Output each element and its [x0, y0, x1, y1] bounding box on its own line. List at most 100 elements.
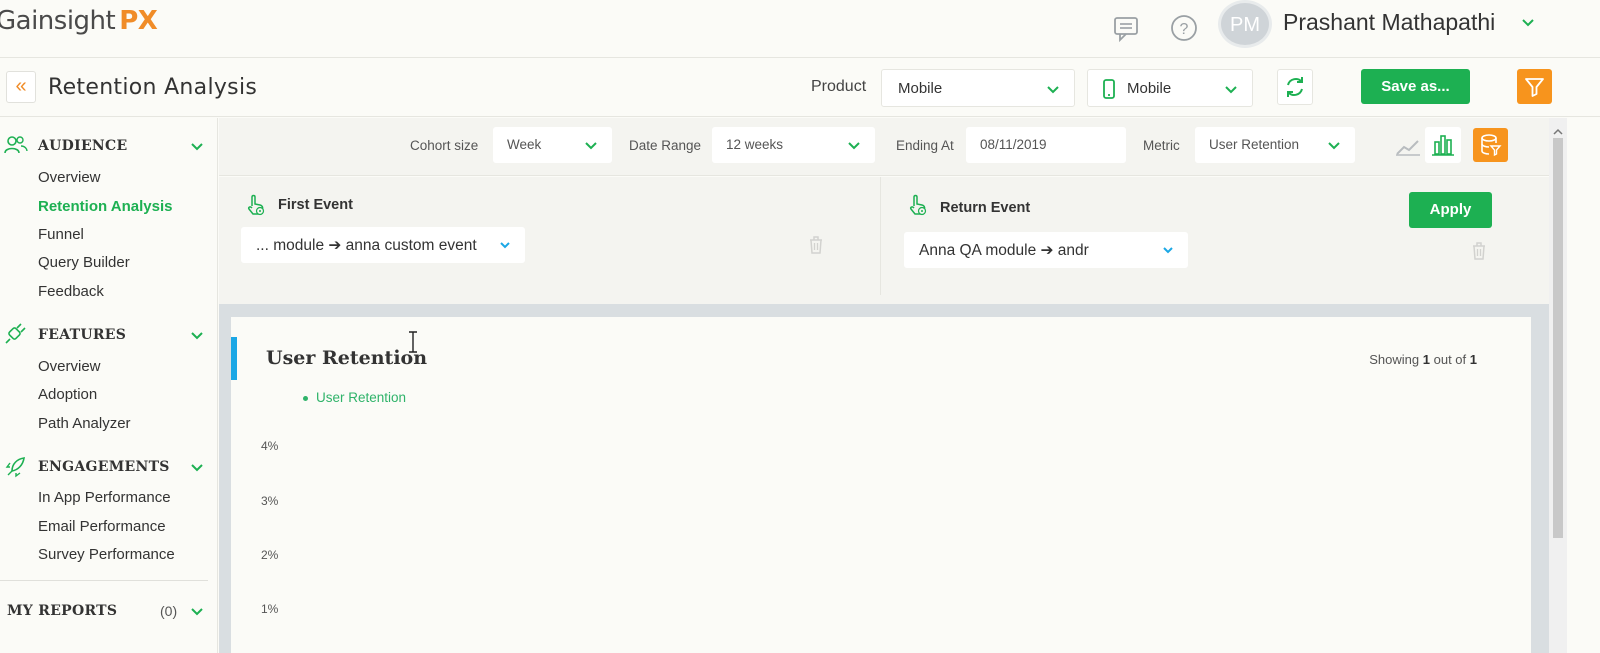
chevron-down-icon: [190, 605, 204, 624]
sidebar-item-email-performance[interactable]: Email Performance: [38, 518, 166, 535]
chevron-down-icon: [1224, 82, 1238, 100]
sidebar-section-features[interactable]: FEATURES: [0, 323, 218, 351]
chart-legend-item[interactable]: User Retention: [303, 390, 406, 405]
line-chart-icon: [1396, 140, 1420, 156]
sidebar-item-survey-performance[interactable]: Survey Performance: [38, 546, 175, 563]
sidebar-section-label: ENGAGEMENTS: [38, 459, 170, 475]
save-as-button[interactable]: Save as...: [1361, 69, 1470, 104]
ending-at-field[interactable]: 08/11/2019: [966, 127, 1126, 163]
chart-card: User Retention Showing 1 out of 1 User R…: [231, 317, 1531, 653]
vertical-scrollbar[interactable]: [1549, 118, 1567, 653]
tap-gesture-icon: [245, 193, 267, 222]
y-axis-tick: 3%: [261, 494, 279, 508]
platform-select-value: Mobile: [1127, 80, 1172, 97]
text-cursor-icon: [407, 331, 419, 358]
cohort-size-select[interactable]: Week: [493, 127, 612, 163]
chart-title: User Retention: [266, 347, 428, 369]
gainsight-logo[interactable]: Gainsight PX: [0, 6, 158, 36]
sidebar-item-adoption[interactable]: Adoption: [38, 386, 97, 403]
sidebar-section-label: AUDIENCE: [38, 138, 128, 154]
user-name[interactable]: Prashant Mathapathi: [1283, 9, 1495, 36]
page-edge: [1567, 118, 1600, 653]
sidebar-divider: [0, 580, 208, 581]
plug-icon: [4, 323, 28, 350]
sidebar-section-my-reports[interactable]: MY REPORTS (0): [0, 599, 218, 627]
chevron-down-icon: [190, 329, 204, 348]
chevron-down-icon: [1327, 138, 1341, 155]
help-circle-icon[interactable]: ?: [1168, 12, 1200, 44]
metric-select[interactable]: User Retention: [1195, 127, 1355, 163]
product-select-value: Mobile: [898, 80, 943, 97]
svg-text:?: ?: [1180, 21, 1189, 38]
sidebar-item-feedback[interactable]: Feedback: [38, 283, 104, 300]
y-axis-tick: 4%: [261, 439, 279, 453]
sidebar-section-engagements[interactable]: ENGAGEMENTS: [0, 455, 218, 483]
apply-button[interactable]: Apply: [1409, 192, 1492, 228]
refresh-icon: [1287, 77, 1303, 97]
pagination-info: Showing 1 out of 1: [1369, 352, 1477, 367]
ending-at-label: Ending At: [896, 138, 954, 153]
avatar[interactable]: PM: [1218, 0, 1272, 48]
first-event-select[interactable]: ... module ➔ anna custom event: [241, 227, 525, 263]
chart-accent-bar: [231, 337, 237, 380]
bar-chart-toggle[interactable]: [1425, 127, 1461, 163]
sidebar-item-in-app-performance[interactable]: In App Performance: [38, 489, 171, 506]
chevron-down-icon: [499, 238, 511, 256]
return-event-select[interactable]: Anna QA module ➔ andr: [904, 232, 1188, 268]
people-icon: [4, 134, 28, 161]
platform-select[interactable]: Mobile: [1087, 69, 1253, 107]
chevron-down-icon: [847, 138, 861, 155]
sidebar-section-label: MY REPORTS: [7, 603, 118, 619]
y-axis-tick: 1%: [261, 602, 279, 616]
scrollbar-thumb[interactable]: [1553, 138, 1563, 538]
y-axis-tick: 2%: [261, 548, 279, 562]
product-select[interactable]: Mobile: [881, 69, 1075, 107]
showing-total: 1: [1469, 352, 1477, 367]
top-bar: Gainsight PX ? PM Prashant Mathapathi: [0, 0, 1600, 58]
legend-label: User Retention: [316, 390, 407, 405]
chart-container: User Retention Showing 1 out of 1 User R…: [219, 304, 1549, 653]
chevron-down-icon: [190, 140, 204, 159]
return-event-title: Return Event: [940, 200, 1031, 216]
date-range-select[interactable]: 12 weeks: [712, 127, 875, 163]
sidebar-item-funnel[interactable]: Funnel: [38, 226, 84, 243]
sidebar-item-retention-analysis[interactable]: Retention Analysis: [38, 198, 172, 215]
line-chart-toggle[interactable]: [1390, 127, 1426, 163]
cohort-size-label: Cohort size: [410, 138, 479, 153]
return-event-value: Anna QA module ➔ andr: [919, 242, 1089, 259]
collapse-sidebar-button[interactable]: «: [6, 71, 36, 103]
logo-text: Gainsight: [0, 6, 116, 36]
page-header: « Retention Analysis Product Mobile Mobi…: [0, 59, 1600, 117]
sidebar-item-audience-overview[interactable]: Overview: [38, 169, 101, 186]
first-event-value: ... module ➔ anna custom event: [256, 237, 477, 254]
chat-bubble-icon[interactable]: [1111, 12, 1143, 44]
refresh-button[interactable]: [1277, 69, 1313, 105]
sidebar-item-features-overview[interactable]: Overview: [38, 358, 101, 375]
filter-button[interactable]: [1517, 69, 1552, 104]
date-range-label: Date Range: [629, 138, 702, 153]
first-event-panel: First Event ... module ➔ anna custom eve…: [219, 177, 879, 295]
showing-current: 1: [1422, 352, 1430, 367]
bar-chart-icon: [1432, 135, 1454, 156]
reports-count: (0): [160, 603, 178, 619]
sidebar-item-path-analyzer[interactable]: Path Analyzer: [38, 415, 131, 432]
product-label: Product: [811, 78, 867, 95]
showing-prefix: Showing: [1369, 352, 1420, 367]
chevron-down-icon[interactable]: [1520, 14, 1536, 35]
data-source-button[interactable]: [1473, 128, 1508, 162]
cohort-size-value: Week: [507, 137, 542, 152]
first-event-title: First Event: [278, 197, 353, 213]
chevron-down-icon: [1046, 82, 1060, 100]
delete-first-event-icon[interactable]: [807, 235, 825, 260]
mobile-phone-icon: [1102, 79, 1116, 103]
chevron-down-icon: [1162, 243, 1174, 261]
chevron-down-icon: [584, 138, 598, 155]
logo-suffix: PX: [119, 6, 158, 36]
event-selection-panel: First Event ... module ➔ anna custom eve…: [219, 177, 1549, 304]
sidebar-item-query-builder[interactable]: Query Builder: [38, 254, 130, 271]
legend-dot: [303, 395, 308, 401]
metric-value: User Retention: [1209, 137, 1300, 152]
sidebar-section-audience[interactable]: AUDIENCE: [0, 134, 218, 162]
delete-return-event-icon[interactable]: [1470, 241, 1488, 266]
showing-mid: out of: [1433, 352, 1467, 367]
